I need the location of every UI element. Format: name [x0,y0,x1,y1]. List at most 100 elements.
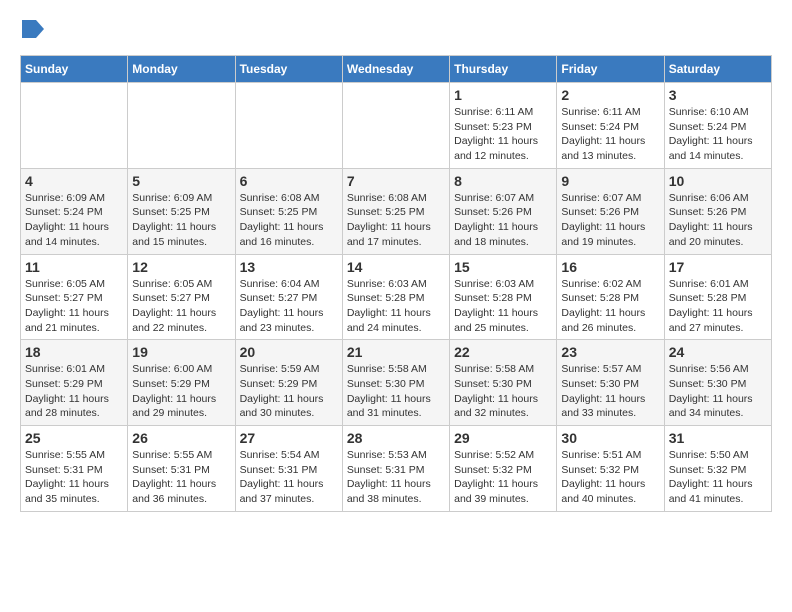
day-info: Sunrise: 6:10 AM Sunset: 5:24 PM Dayligh… [669,105,767,164]
day-info: Sunrise: 5:53 AM Sunset: 5:31 PM Dayligh… [347,448,445,507]
day-info: Sunrise: 6:01 AM Sunset: 5:29 PM Dayligh… [25,362,123,421]
day-info: Sunrise: 6:05 AM Sunset: 5:27 PM Dayligh… [25,277,123,336]
calendar-body: 1 Sunrise: 6:11 AM Sunset: 5:23 PM Daylig… [21,83,772,512]
day-info: Sunrise: 5:56 AM Sunset: 5:30 PM Dayligh… [669,362,767,421]
calendar-cell: 10Sunrise: 6:06 AM Sunset: 5:26 PM Dayli… [664,168,771,254]
logo-arrow-icon [22,20,44,43]
calendar-cell: 15Sunrise: 6:03 AM Sunset: 5:28 PM Dayli… [450,254,557,340]
day-number: 26 [132,430,230,446]
day-number: 25 [25,430,123,446]
day-number: 8 [454,173,552,189]
day-info: Sunrise: 6:03 AM Sunset: 5:28 PM Dayligh… [454,277,552,336]
day-number: 14 [347,259,445,275]
calendar-header: SundayMondayTuesdayWednesdayThursdayFrid… [21,56,772,83]
day-number: 4 [25,173,123,189]
weekday-header-saturday: Saturday [664,56,771,83]
day-number: 7 [347,173,445,189]
day-number: 2 [561,87,659,103]
calendar-cell: 13 Sunrise: 6:04 AM Sunset: 5:27 PM Dayli… [235,254,342,340]
calendar-cell: 29 Sunrise: 5:52 AM Sunset: 5:32 PM Dayli… [450,426,557,512]
day-number: 13 [240,259,338,275]
day-info: Sunrise: 5:59 AM Sunset: 5:29 PM Dayligh… [240,362,338,421]
day-info: Sunrise: 6:08 AM Sunset: 5:25 PM Dayligh… [240,191,338,250]
day-info: Sunrise: 5:54 AM Sunset: 5:31 PM Dayligh… [240,448,338,507]
calendar-cell: 18 Sunrise: 6:01 AM Sunset: 5:29 PM Dayli… [21,340,128,426]
calendar-cell: 11 Sunrise: 6:05 AM Sunset: 5:27 PM Dayli… [21,254,128,340]
day-info: Sunrise: 5:50 AM Sunset: 5:32 PM Dayligh… [669,448,767,507]
day-info: Sunrise: 6:09 AM Sunset: 5:25 PM Dayligh… [132,191,230,250]
day-number: 11 [25,259,123,275]
day-info: Sunrise: 6:05 AM Sunset: 5:27 PM Dayligh… [132,277,230,336]
day-info: Sunrise: 6:01 AM Sunset: 5:28 PM Dayligh… [669,277,767,336]
day-info: Sunrise: 6:07 AM Sunset: 5:26 PM Dayligh… [561,191,659,250]
calendar-cell: 16 Sunrise: 6:02 AM Sunset: 5:28 PM Dayli… [557,254,664,340]
header [20,20,772,39]
calendar-cell: 25Sunrise: 5:55 AM Sunset: 5:31 PM Dayli… [21,426,128,512]
day-number: 30 [561,430,659,446]
day-number: 19 [132,344,230,360]
calendar-cell: 24Sunrise: 5:56 AM Sunset: 5:30 PM Dayli… [664,340,771,426]
week-row-4: 18 Sunrise: 6:01 AM Sunset: 5:29 PM Dayli… [21,340,772,426]
day-info: Sunrise: 6:03 AM Sunset: 5:28 PM Dayligh… [347,277,445,336]
day-number: 21 [347,344,445,360]
calendar-cell: 7 Sunrise: 6:08 AM Sunset: 5:25 PM Daylig… [342,168,449,254]
calendar-cell: 6 Sunrise: 6:08 AM Sunset: 5:25 PM Daylig… [235,168,342,254]
weekday-header-sunday: Sunday [21,56,128,83]
day-number: 23 [561,344,659,360]
calendar-cell [342,83,449,169]
calendar-cell: 23 Sunrise: 5:57 AM Sunset: 5:30 PM Dayli… [557,340,664,426]
calendar-table: SundayMondayTuesdayWednesdayThursdayFrid… [20,55,772,512]
day-info: Sunrise: 5:52 AM Sunset: 5:32 PM Dayligh… [454,448,552,507]
calendar-cell: 17Sunrise: 6:01 AM Sunset: 5:28 PM Dayli… [664,254,771,340]
day-info: Sunrise: 6:08 AM Sunset: 5:25 PM Dayligh… [347,191,445,250]
calendar-cell [21,83,128,169]
day-info: Sunrise: 6:02 AM Sunset: 5:28 PM Dayligh… [561,277,659,336]
day-info: Sunrise: 6:00 AM Sunset: 5:29 PM Dayligh… [132,362,230,421]
day-info: Sunrise: 5:58 AM Sunset: 5:30 PM Dayligh… [454,362,552,421]
calendar-cell: 30 Sunrise: 5:51 AM Sunset: 5:32 PM Dayli… [557,426,664,512]
day-info: Sunrise: 5:58 AM Sunset: 5:30 PM Dayligh… [347,362,445,421]
calendar-cell: 21 Sunrise: 5:58 AM Sunset: 5:30 PM Dayli… [342,340,449,426]
day-info: Sunrise: 6:04 AM Sunset: 5:27 PM Dayligh… [240,277,338,336]
calendar-cell [235,83,342,169]
calendar-cell: 9 Sunrise: 6:07 AM Sunset: 5:26 PM Daylig… [557,168,664,254]
calendar-cell: 27 Sunrise: 5:54 AM Sunset: 5:31 PM Dayli… [235,426,342,512]
day-number: 6 [240,173,338,189]
day-info: Sunrise: 6:11 AM Sunset: 5:23 PM Dayligh… [454,105,552,164]
weekday-row: SundayMondayTuesdayWednesdayThursdayFrid… [21,56,772,83]
day-info: Sunrise: 5:57 AM Sunset: 5:30 PM Dayligh… [561,362,659,421]
day-number: 22 [454,344,552,360]
day-number: 28 [347,430,445,446]
calendar-cell: 26 Sunrise: 5:55 AM Sunset: 5:31 PM Dayli… [128,426,235,512]
calendar-cell: 14 Sunrise: 6:03 AM Sunset: 5:28 PM Dayli… [342,254,449,340]
weekday-header-tuesday: Tuesday [235,56,342,83]
day-number: 9 [561,173,659,189]
calendar-cell: 3Sunrise: 6:10 AM Sunset: 5:24 PM Daylig… [664,83,771,169]
day-info: Sunrise: 5:55 AM Sunset: 5:31 PM Dayligh… [132,448,230,507]
calendar-cell: 19 Sunrise: 6:00 AM Sunset: 5:29 PM Dayli… [128,340,235,426]
day-number: 27 [240,430,338,446]
week-row-3: 11 Sunrise: 6:05 AM Sunset: 5:27 PM Dayli… [21,254,772,340]
week-row-5: 25 Sunrise: 5:55 AM Sunset: 5:31 PM Dayli… [21,426,772,512]
calendar-cell: 12 Sunrise: 6:05 AM Sunset: 5:27 PM Dayli… [128,254,235,340]
calendar-cell: 2 Sunrise: 6:11 AM Sunset: 5:24 PM Daylig… [557,83,664,169]
logo [20,20,44,39]
week-row-2: 4Sunrise: 6:09 AM Sunset: 5:24 PM Daylig… [21,168,772,254]
day-number: 1 [454,87,552,103]
calendar-cell: 31 Sunrise: 5:50 AM Sunset: 5:32 PM Dayli… [664,426,771,512]
day-info: Sunrise: 6:07 AM Sunset: 5:26 PM Dayligh… [454,191,552,250]
day-info: Sunrise: 5:51 AM Sunset: 5:32 PM Dayligh… [561,448,659,507]
calendar-cell: 22 Sunrise: 5:58 AM Sunset: 5:30 PM Dayli… [450,340,557,426]
calendar-cell: 20Sunrise: 5:59 AM Sunset: 5:29 PM Dayli… [235,340,342,426]
day-number: 16 [561,259,659,275]
day-number: 31 [669,430,767,446]
day-number: 18 [25,344,123,360]
calendar-cell: 8 Sunrise: 6:07 AM Sunset: 5:26 PM Daylig… [450,168,557,254]
day-number: 29 [454,430,552,446]
calendar-cell: 5 Sunrise: 6:09 AM Sunset: 5:25 PM Daylig… [128,168,235,254]
weekday-header-wednesday: Wednesday [342,56,449,83]
day-number: 12 [132,259,230,275]
day-info: Sunrise: 6:11 AM Sunset: 5:24 PM Dayligh… [561,105,659,164]
weekday-header-thursday: Thursday [450,56,557,83]
day-number: 5 [132,173,230,189]
